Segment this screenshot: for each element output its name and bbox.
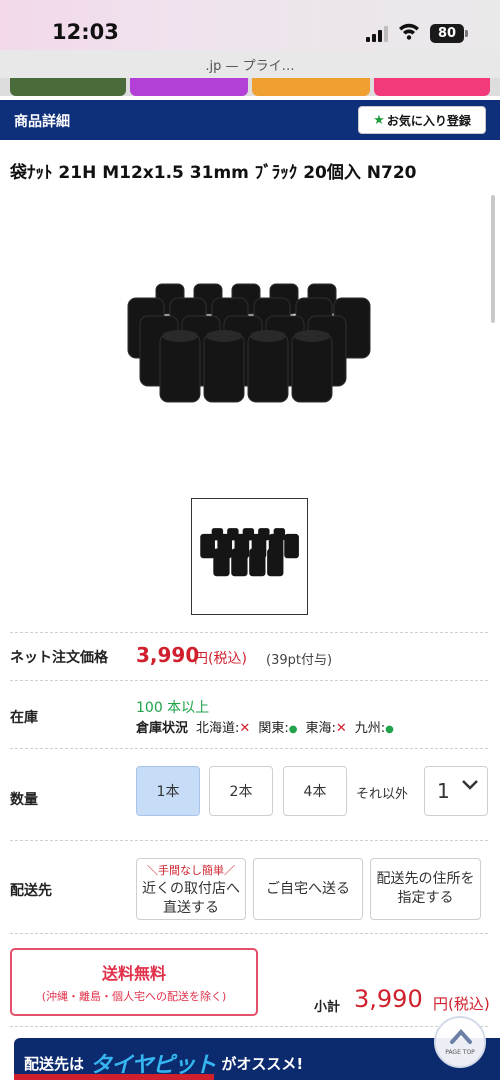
qty-option-4[interactable]: 4本 [283,766,347,816]
subtotal-unit: 円(税込) [433,995,490,1013]
chevron-down-icon [462,780,478,790]
price-value: 3,990 [136,643,200,667]
product-title: 袋ﾅｯﾄ 21H M12x1.5 31mm ﾌﾞﾗｯｸ 20個入 N720 [10,163,417,183]
chevron-up-icon [450,1029,472,1044]
ship-to-install-shop-button[interactable]: ＼手間なし簡単／ 近くの取付店へ 直送する [136,858,246,920]
available-dot-icon: ● [288,724,298,735]
subtotal-value: 3,990 [354,985,423,1013]
qty-option-1[interactable]: 1本 [136,766,200,816]
page-top-label: PAGE TOP [445,1049,475,1056]
banner-thumb[interactable] [10,78,126,96]
ship-to-home-button[interactable]: ご自宅へ送る [253,858,363,920]
page-title: 商品詳細 [14,114,70,130]
banner-thumb[interactable] [130,78,248,96]
available-dot-icon: ● [385,724,394,735]
ship-option-text: 指定する [397,890,454,906]
unavailable-x-icon: ✕ [239,721,251,736]
divider [10,933,488,934]
banner-thumb[interactable] [374,78,490,96]
star-icon: ★ [373,112,385,128]
region-status: 関東:● [258,721,298,736]
ship-option-text: 直送する [163,899,219,916]
promo-suffix: がオススメ! [221,1054,304,1073]
page-scrollbar[interactable] [491,195,495,323]
quantity-select-value: 1 [437,779,450,803]
status-time: 12:03 [52,20,119,44]
add-favorite-button[interactable]: ★ お気に入り登録 [358,106,486,134]
free-shipping-title: 送料無料 [101,964,166,983]
qty-other-label: それ以外 [356,787,409,802]
free-shipping-note: (沖縄・離島・個人宅への配送を除く) [41,990,227,1003]
divider [10,632,488,633]
thumbnail-image [200,528,299,577]
ship-option-text: 近くの取付店へ [142,880,240,897]
page-header: 商品詳細 ★ お気に入り登録 [0,100,500,140]
subtotal-label: 小計 [314,1000,341,1015]
ship-option-text: 配送先の住所を [376,871,475,887]
promo-prefix: 配送先は [24,1054,85,1073]
ship-option-text: ご自宅へ送る [266,880,350,897]
battery-tip [465,30,468,37]
cellular-signal-icon [366,26,390,42]
favorite-button-label: お気に入り登録 [386,113,471,128]
product-main-image[interactable] [120,270,380,420]
battery-icon: 80 [430,24,464,43]
stock-quantity: 100 本以上 [136,700,210,716]
quantity-label: 数量 [10,792,38,808]
divider [10,840,488,841]
divider [10,1026,488,1027]
points-text: (39pt付与) [266,653,333,668]
warehouse-label: 倉庫状況 [136,721,189,736]
price-unit: 円(税込) [194,651,247,667]
qty-option-2[interactable]: 2本 [209,766,273,816]
divider [10,748,488,749]
region-status: 九州:● [354,721,394,736]
free-shipping-badge: 送料無料 (沖縄・離島・個人宅への配送を除く) [10,948,258,1016]
promo-red-bar [14,1074,214,1080]
product-thumbnail[interactable] [191,498,308,615]
banner-thumb[interactable] [252,78,370,96]
page-top-button[interactable]: PAGE TOP [434,1016,486,1068]
region-status: 北海道:✕ [196,721,251,736]
warehouse-status: 倉庫状況 北海道:✕ 関東:● 東海:✕ 九州:● [136,717,394,736]
divider [10,680,488,681]
ship-to-address-button[interactable]: 配送先の住所を 指定する [370,858,481,920]
wifi-icon [399,23,419,40]
shipping-label: 配送先 [10,883,52,899]
quantity-select[interactable]: 1 [424,766,488,816]
region-status: 東海:✕ [305,721,347,736]
price-label: ネット注文価格 [10,650,108,666]
top-banner-strip[interactable] [0,78,500,96]
ship-note: ＼手間なし簡単／ [147,863,235,877]
url-text[interactable]: .jp — プライ… [0,55,500,74]
browser-url-bar[interactable]: .jp — プライ… [0,50,500,78]
stock-label: 在庫 [10,710,38,726]
unavailable-x-icon: ✕ [335,721,347,736]
